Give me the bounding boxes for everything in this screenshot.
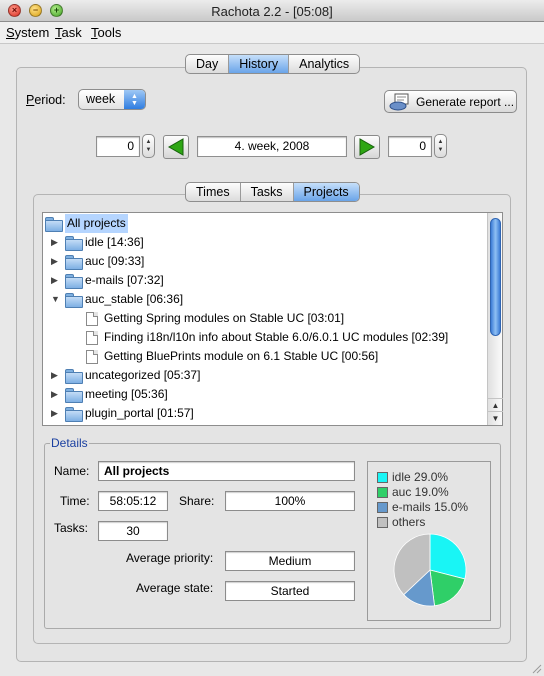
- tab-times[interactable]: Times: [186, 183, 241, 201]
- tasks-label: Tasks:: [54, 521, 89, 535]
- share-label: Share:: [179, 494, 215, 508]
- document-icon: [86, 349, 98, 364]
- tree-node[interactable]: ▶ e-mails [07:32]: [51, 271, 164, 290]
- legend-entry: idle 29.0%: [377, 470, 448, 484]
- week-offset-left-field[interactable]: 0: [96, 136, 140, 157]
- tree-root[interactable]: All projects: [45, 214, 128, 233]
- expand-triangle-icon[interactable]: ▶: [51, 404, 61, 423]
- legend-label: auc 19.0%: [392, 485, 449, 499]
- chevron-updown-icon: ▲ ▼: [124, 90, 145, 109]
- legend-entry: auc 19.0%: [377, 485, 449, 499]
- avg-state-label: Average state:: [136, 581, 214, 595]
- tab-analytics[interactable]: Analytics: [289, 55, 359, 73]
- title-bar: × − + Rachota 2.2 - [05:08]: [0, 0, 544, 22]
- document-icon: [86, 330, 98, 345]
- period-select[interactable]: week ▲ ▼: [78, 89, 146, 110]
- folder-icon: [65, 407, 83, 422]
- scrollbar-thumb[interactable]: [490, 218, 501, 336]
- next-week-button[interactable]: [354, 135, 380, 159]
- legend-entry: e-mails 15.0%: [377, 500, 468, 514]
- previous-week-button[interactable]: [163, 135, 189, 159]
- tree-scrollbar[interactable]: ▲ ▼: [487, 213, 503, 425]
- folder-icon: [65, 293, 83, 308]
- legend-swatch: [377, 501, 388, 513]
- window-title: Rachota 2.2 - [05:08]: [211, 4, 333, 19]
- menu-task[interactable]: Task: [55, 25, 82, 40]
- menu-bar: System Task Tools: [0, 22, 544, 44]
- arrow-left-icon: [167, 138, 184, 156]
- details-legend: Details: [50, 436, 89, 450]
- tree-node[interactable]: ▶ meeting [05:36]: [51, 385, 168, 404]
- legend-label: idle 29.0%: [392, 470, 449, 484]
- report-icon: [389, 93, 409, 110]
- collapse-triangle-icon[interactable]: ▼: [51, 290, 61, 309]
- arrow-right-icon: [359, 138, 376, 156]
- expand-triangle-icon[interactable]: ▶: [51, 366, 61, 385]
- avg-priority-label: Average priority:: [126, 551, 214, 565]
- avg-priority-field: Medium: [225, 551, 355, 571]
- expand-triangle-icon[interactable]: ▶: [51, 252, 61, 271]
- scroll-down-arrow-icon[interactable]: ▼: [488, 411, 503, 424]
- tree-node[interactable]: ▶ plugin_portal [01:57]: [51, 404, 194, 423]
- week-label-field: 4. week, 2008: [197, 136, 347, 157]
- document-icon: [86, 311, 98, 326]
- tree-leaf[interactable]: Finding i18n/l10n info about Stable 6.0/…: [86, 328, 448, 347]
- tree-node[interactable]: ▶ uncategorized [05:37]: [51, 366, 200, 385]
- tree-leaf[interactable]: Getting Spring modules on Stable UC [03:…: [86, 309, 344, 328]
- legend-label: others: [392, 515, 426, 529]
- week-offset-right-stepper[interactable]: ▲ ▼: [434, 134, 447, 158]
- expand-triangle-icon[interactable]: ▶: [51, 271, 61, 290]
- name-label: Name:: [54, 464, 90, 478]
- pie-svg: [393, 533, 467, 607]
- legend-swatch: [377, 471, 388, 483]
- tasks-field: 30: [98, 521, 168, 541]
- expand-triangle-icon[interactable]: ▶: [51, 233, 61, 252]
- generate-report-button[interactable]: Generate report ...: [384, 90, 517, 113]
- tree-node[interactable]: ▼ auc_stable [06:36]: [51, 290, 183, 309]
- share-pie-chart: idle 29.0% auc 19.0% e-mails 15.0% others: [367, 461, 491, 621]
- legend-label: e-mails 15.0%: [392, 500, 469, 514]
- legend-entry: others: [377, 515, 425, 529]
- tree-leaf[interactable]: Getting BluePrints module on 6.1 Stable …: [86, 347, 378, 366]
- folder-icon: [65, 369, 83, 384]
- sub-tabs: Times Tasks Projects: [185, 182, 360, 202]
- time-label: Time:: [60, 494, 90, 508]
- folder-icon: [65, 388, 83, 403]
- name-field: All projects: [98, 461, 355, 481]
- folder-open-icon: [45, 217, 63, 232]
- week-offset-right-field[interactable]: 0: [388, 136, 432, 157]
- project-tree[interactable]: All projects ▶ idle [14:36] ▶ auc [09:33…: [42, 212, 503, 426]
- menu-system[interactable]: System: [6, 25, 49, 40]
- tab-history[interactable]: History: [229, 55, 290, 73]
- scroll-up-arrow-icon[interactable]: ▲: [488, 398, 503, 411]
- legend-swatch: [377, 516, 388, 528]
- week-offset-left-stepper[interactable]: ▲ ▼: [142, 134, 155, 158]
- main-tabs: Day History Analytics: [185, 54, 361, 74]
- menu-tools[interactable]: Tools: [91, 25, 121, 40]
- tab-day[interactable]: Day: [186, 55, 230, 73]
- share-field: 100%: [225, 491, 355, 511]
- tab-projects[interactable]: Projects: [293, 183, 359, 201]
- tab-tasks[interactable]: Tasks: [241, 183, 294, 201]
- folder-icon: [65, 255, 83, 270]
- folder-icon: [65, 236, 83, 251]
- legend-swatch: [377, 486, 388, 498]
- time-field: 58:05:12: [98, 491, 168, 511]
- tree-node[interactable]: ▶ idle [14:36]: [51, 233, 144, 252]
- folder-icon: [65, 274, 83, 289]
- period-label: Period:: [26, 93, 66, 107]
- resize-grip-icon[interactable]: [530, 662, 542, 674]
- expand-triangle-icon[interactable]: ▶: [51, 385, 61, 404]
- tree-node[interactable]: ▶ auc [09:33]: [51, 252, 144, 271]
- avg-state-field: Started: [225, 581, 355, 601]
